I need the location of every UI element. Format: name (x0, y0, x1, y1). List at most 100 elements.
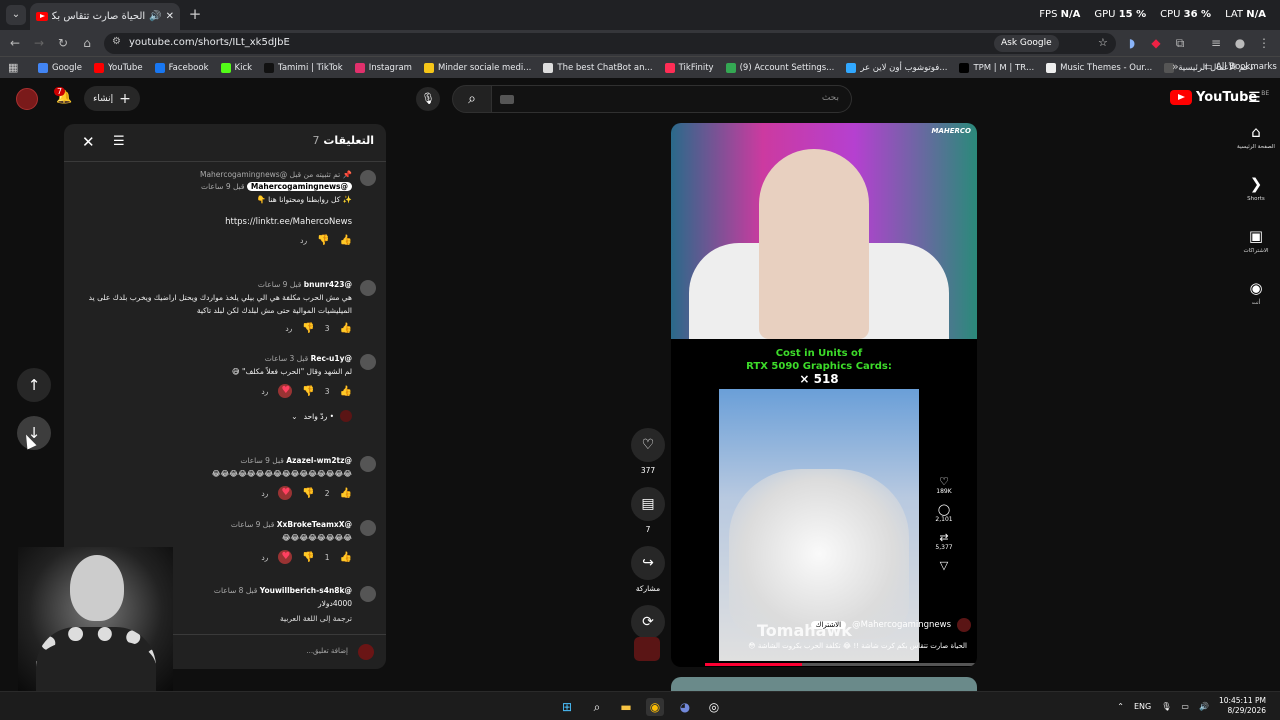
extension-shield-icon[interactable]: ◆ (1148, 35, 1164, 51)
comment-author[interactable]: @XxBrokeTeamxX (277, 520, 352, 529)
comment-time[interactable]: قبل 3 ساعات (265, 354, 308, 363)
thumbs-down-icon[interactable]: 👎 (302, 323, 314, 334)
sort-icon[interactable]: ☰ (113, 134, 125, 149)
file-explorer-icon[interactable]: ▬ (617, 698, 635, 716)
thumbs-up-icon[interactable]: 👍 (340, 386, 352, 397)
nav-item[interactable]: ▣ الاشتراكات (1232, 228, 1280, 278)
reply-button[interactable]: رد (285, 324, 292, 333)
tray-overflow-icon[interactable]: ⌃ (1117, 702, 1124, 711)
forward-icon[interactable]: → (31, 35, 47, 51)
bookmark-item[interactable]: Google (38, 62, 82, 73)
avatar[interactable] (360, 456, 376, 472)
thumbs-down-icon[interactable]: 👎 (317, 235, 329, 246)
channel-avatar[interactable] (634, 637, 660, 661)
comment-author[interactable]: @Azazel-wm2tz (286, 456, 352, 465)
comment-time[interactable]: قبل 9 ساعات (240, 456, 283, 465)
bookmark-item[interactable]: Minder sociale medi... (423, 62, 531, 73)
reply-button[interactable]: رد (261, 387, 268, 396)
chrome-icon[interactable]: ◉ (646, 698, 664, 716)
short-video-player[interactable]: MAHERCO Cost in Units of RTX 5090 Graphi… (671, 123, 977, 667)
chevron-down-icon[interactable]: ⌄ (291, 412, 297, 421)
avatar[interactable] (360, 354, 376, 370)
url-text[interactable]: youtube.com/shorts/ILt_xk5dJbE (129, 37, 290, 48)
tab-audio-icon[interactable]: 🔊 (149, 11, 161, 22)
channel-avatar[interactable] (957, 618, 971, 632)
bookmark-item[interactable]: Tamimi | TikTok (264, 62, 343, 73)
avatar[interactable] (360, 586, 376, 602)
thumbs-up-icon[interactable]: 👍 (340, 488, 352, 499)
bookmark-item[interactable]: Facebook (154, 62, 209, 73)
browser-menu-icon[interactable]: ⋮ (1256, 35, 1272, 51)
comment-time[interactable]: قبل 9 ساعات (231, 520, 274, 529)
obs-icon[interactable]: ◎ (705, 698, 723, 716)
comment-author[interactable]: @Rec-u1y (311, 354, 352, 363)
browser-tab-active[interactable]: الحياة صارت تتقاس بكم ك (7) 🔊 ✕ (30, 3, 180, 30)
start-windows-icon[interactable]: ⊞ (558, 698, 576, 716)
remix-button[interactable]: ⟳ (631, 605, 665, 639)
previous-short-button[interactable]: ↑ (17, 368, 51, 402)
nav-item[interactable]: ◉ أنت (1232, 280, 1280, 330)
all-bookmarks-button[interactable]: ▭ All Bookmarks (1204, 62, 1277, 72)
apps-grid-icon[interactable]: ▦ (8, 61, 18, 74)
avatar[interactable] (360, 520, 376, 536)
reading-list-icon[interactable]: ≡ (1208, 35, 1224, 51)
thumbs-up-icon[interactable]: 👍 (340, 235, 352, 246)
microphone-icon[interactable]: 🎙 (1161, 702, 1171, 711)
hamburger-menu-icon[interactable]: ☰ (1248, 90, 1261, 106)
site-info-icon[interactable]: ⚙ (112, 36, 121, 47)
account-avatar[interactable] (16, 88, 38, 110)
comment-author[interactable]: @Youwillberich-s4n8k (260, 586, 352, 595)
new-tab-button[interactable]: + (186, 5, 204, 23)
thumbs-down-icon[interactable]: 👎 (302, 488, 314, 499)
bookmark-item[interactable]: YouTube (93, 62, 143, 73)
bookmark-item[interactable]: ꓔꓑꓟ | ꓟ | ꓔꓣ... (959, 62, 1034, 73)
bookmark-item[interactable]: (9) Account Settings... (725, 62, 834, 73)
comment-link[interactable]: https://linktr.ee/MahercoNews (76, 216, 352, 229)
bookmark-item[interactable]: Instagram (354, 62, 412, 73)
voice-search-mic-icon[interactable]: 🎙 (416, 87, 440, 111)
more-bookmarks-icon[interactable]: » (1172, 60, 1179, 73)
comment-time[interactable]: قبل 9 ساعات (258, 280, 301, 289)
bookmark-star-icon[interactable]: ☆ (1098, 36, 1108, 49)
home-icon[interactable]: ⌂ (79, 35, 95, 51)
keyboard-icon[interactable] (500, 95, 514, 104)
reply-button[interactable]: رد (300, 236, 307, 245)
comment-author[interactable]: @bnunr423 (304, 280, 352, 289)
replies-toggle[interactable]: • ردّ واحد (304, 412, 334, 421)
thumbs-down-icon[interactable]: 👎 (302, 552, 314, 563)
search-input[interactable]: بحث (492, 85, 852, 113)
search-icon[interactable]: ⌕ (588, 698, 606, 716)
clock[interactable]: 10:45:11 PM 8/29/2026 (1219, 696, 1266, 716)
reply-button[interactable]: رد (261, 489, 268, 498)
like-button[interactable]: ♡ (631, 428, 665, 462)
channel-name[interactable]: @Mahercogamingnews (852, 620, 951, 630)
tab-search-button[interactable]: ⌄ (6, 5, 26, 25)
share-button[interactable]: ↪ (631, 546, 665, 580)
language-indicator[interactable]: ENG (1134, 702, 1151, 711)
avatar[interactable] (360, 280, 376, 296)
extensions-puzzle-icon[interactable]: ⧉ (1172, 35, 1188, 51)
reload-icon[interactable]: ↻ (55, 35, 71, 51)
close-icon[interactable]: ✕ (82, 133, 95, 151)
thumbs-down-icon[interactable]: 👎 (302, 386, 314, 397)
comments-button[interactable]: ▤ (631, 487, 665, 521)
nav-item[interactable]: ❯ Shorts (1232, 176, 1280, 226)
tab-close-icon[interactable]: ✕ (166, 11, 174, 22)
progress-bar[interactable] (705, 663, 975, 666)
reply-button[interactable]: رد (261, 553, 268, 562)
bookmark-item[interactable]: فوتوشوب أون لاين عر... (846, 62, 947, 73)
ask-google-button[interactable]: Ask Google (994, 35, 1059, 52)
nav-item[interactable]: ⌂ الصفحة الرئيسية (1232, 124, 1280, 174)
avatar[interactable] (360, 170, 376, 186)
search-button[interactable]: ⌕ (452, 85, 492, 113)
short-caption[interactable]: الحياة صارت تتقاس بكم كرت شاشة !! 😂 تكلف… (691, 642, 967, 650)
comment-author[interactable]: @Mahercogamingnews (246, 182, 352, 191)
create-button[interactable]: إنشاء + (84, 86, 140, 111)
comment-time[interactable]: قبل 9 ساعات (201, 182, 244, 191)
bookmark-item[interactable]: Music Themes - Our... (1046, 62, 1152, 73)
back-icon[interactable]: ← (7, 35, 23, 51)
thumbs-up-icon[interactable]: 👍 (340, 552, 352, 563)
bookmark-item[interactable]: The best ChatBot an... (543, 62, 653, 73)
thumbs-up-icon[interactable]: 👍 (340, 323, 352, 334)
bookmark-item[interactable]: Kick (220, 62, 252, 73)
